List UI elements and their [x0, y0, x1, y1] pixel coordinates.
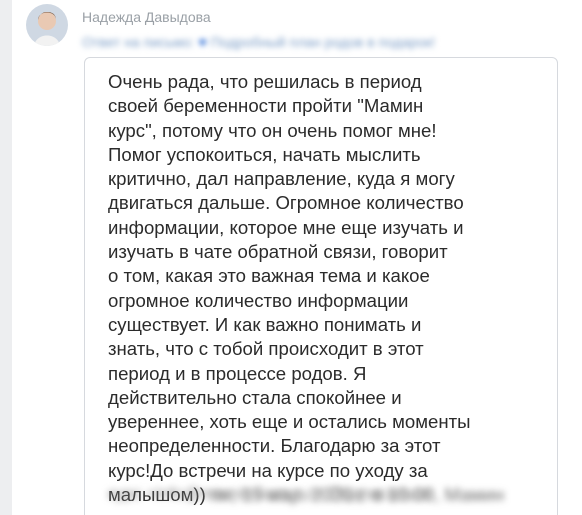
subject-line[interactable]: Ответ на письмо: ♥ Подробный план родов …: [82, 34, 435, 50]
subject-prefix: Ответ на письмо:: [82, 34, 199, 50]
message-panel: Надежда Давыдова Ответ на письмо: ♥ Подр…: [12, 0, 582, 515]
subject-rest: Подробный план родов в подарок!: [206, 34, 436, 50]
blurred-last-line: курс <info@mamin-kurs.ru>: Подписаться: [108, 484, 432, 503]
avatar[interactable]: [26, 4, 68, 46]
message-card: Очень рада, что решилась в период своей …: [84, 57, 558, 515]
author-name[interactable]: Надежда Давыдова: [82, 9, 211, 25]
heart-icon: ♥: [198, 34, 207, 50]
avatar-photo: [26, 4, 68, 46]
message-body: Очень рада, что решилась в период своей …: [108, 71, 471, 506]
message-text: Очень рада, что решилась в период своей …: [108, 70, 548, 507]
